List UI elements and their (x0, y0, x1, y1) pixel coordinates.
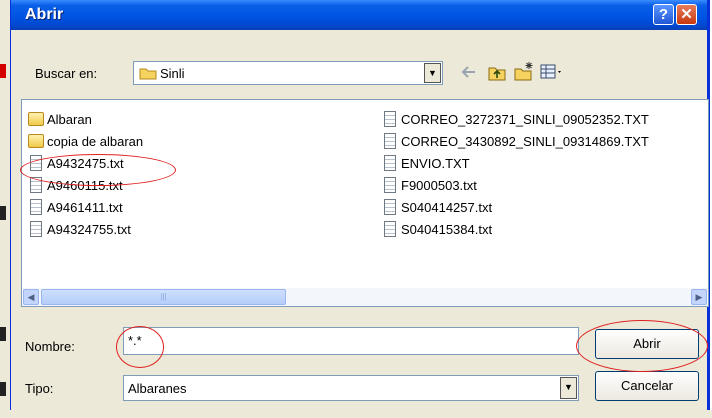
cancel-button[interactable]: Cancelar (595, 371, 699, 401)
folder-icon (28, 134, 44, 148)
dialog-title: Abrir (25, 6, 64, 23)
look-in-label: Buscar en: (35, 66, 98, 81)
scroll-right-button[interactable]: ▶ (691, 289, 707, 305)
file-name: CORREO_3430892_SINLI_09314869.TXT (401, 134, 649, 149)
help-button[interactable]: ? (653, 4, 674, 25)
help-icon: ? (658, 6, 669, 23)
up-folder-icon[interactable] (487, 62, 507, 82)
chevron-down-icon[interactable]: ▼ (560, 377, 577, 399)
text-file-icon (30, 199, 42, 215)
text-file-icon (30, 177, 42, 193)
file-name: ENVIO.TXT (401, 156, 470, 171)
filetype-label: Tipo: (25, 381, 54, 396)
text-file-icon (384, 155, 396, 171)
file-name: copia de albaran (47, 134, 144, 149)
text-file-icon (30, 155, 42, 171)
background-mark (0, 206, 6, 220)
file-name: A9461411.txt (47, 200, 123, 215)
folder-icon (139, 68, 157, 80)
folder-icon (28, 112, 44, 126)
look-in-combo[interactable]: Sinli ▼ (133, 61, 443, 85)
file-name: A9432475.txt (47, 156, 124, 171)
filetype-value: Albaranes (128, 381, 187, 396)
text-file-icon (384, 133, 396, 149)
views-menu-icon[interactable] (539, 62, 565, 82)
background-window-edge-bottom (0, 410, 712, 418)
back-arrow-icon[interactable] (459, 62, 479, 82)
text-file-icon (30, 221, 42, 237)
file-list[interactable]: Albaran copia de albaran A9432475.txt A9460… (21, 99, 709, 307)
title-bar[interactable]: Abrir ? ✕ (11, 0, 707, 30)
file-name: Albaran (47, 112, 92, 127)
filetype-combo[interactable]: Albaranes ▼ (123, 375, 579, 401)
horizontal-scrollbar[interactable]: ◀ ||| ▶ (22, 288, 708, 306)
background-mark (0, 327, 6, 341)
look-in-value: Sinli (160, 66, 185, 81)
filename-label: Nombre: (25, 339, 75, 354)
file-name: A9460115.txt (47, 178, 123, 193)
file-name: CORREO_3272371_SINLI_09052352.TXT (401, 112, 649, 127)
file-name: S040415384.txt (401, 222, 493, 237)
background-mark (0, 382, 6, 396)
background-mark (0, 64, 6, 78)
text-file-icon (384, 177, 396, 193)
text-file-icon (384, 111, 396, 127)
open-button[interactable]: Abrir (595, 329, 699, 359)
new-folder-icon[interactable] (513, 60, 535, 82)
text-file-icon (384, 199, 396, 215)
file-name: F9000503.txt (401, 178, 477, 193)
close-button[interactable]: ✕ (676, 4, 697, 25)
scroll-thumb[interactable]: ||| (41, 289, 286, 305)
file-name: A94324755.txt (47, 222, 131, 237)
scroll-left-button[interactable]: ◀ (23, 289, 39, 305)
filename-input[interactable]: *.* (123, 327, 579, 355)
chevron-down-icon[interactable]: ▼ (424, 63, 441, 83)
open-file-dialog: Abrir ? ✕ Buscar en: Sinli ▼ Albaran copi… (10, 0, 710, 410)
text-file-icon (384, 221, 396, 237)
filename-value: *.* (128, 333, 142, 348)
close-icon: ✕ (680, 6, 693, 23)
file-name: S040414257.txt (401, 200, 493, 215)
